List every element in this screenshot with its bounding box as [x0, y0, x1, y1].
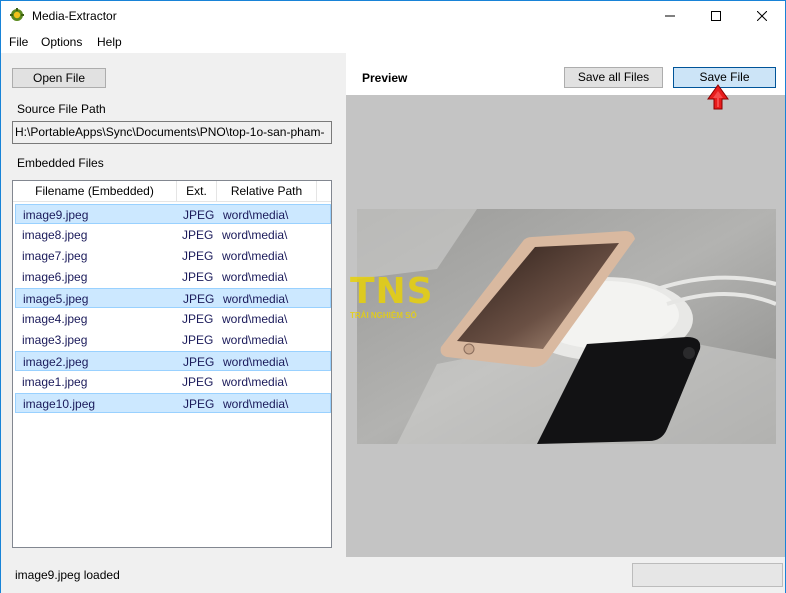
list-item-path: word\media\ — [222, 375, 288, 389]
list-item-filename: image10.jpeg — [23, 397, 96, 411]
menu-options[interactable]: Options — [41, 35, 82, 49]
preview-area: TNS TRẢI NGHIỆM SỐ — [346, 95, 785, 557]
source-path-label: Source File Path — [17, 102, 106, 116]
menu-help[interactable]: Help — [97, 35, 122, 49]
left-panel: Open File Source File Path H:\PortableAp… — [1, 53, 342, 557]
window-title: Media-Extractor — [32, 9, 117, 23]
list-item-ext: JPEG — [182, 312, 214, 326]
open-file-button[interactable]: Open File — [12, 68, 106, 88]
list-item-path: word\media\ — [222, 249, 288, 263]
embedded-files-label: Embedded Files — [17, 156, 104, 170]
preview-label: Preview — [362, 71, 408, 85]
column-header-path[interactable]: Relative Path — [217, 181, 317, 202]
list-item[interactable]: image1.jpeg JPEG word\media\ — [15, 372, 331, 392]
list-item-filename: image2.jpeg — [23, 355, 89, 369]
list-item-filename: image3.jpeg — [22, 333, 88, 347]
list-item[interactable]: image9.jpeg JPEG word\media\ — [15, 204, 331, 224]
list-item-filename: image6.jpeg — [22, 270, 88, 284]
list-item[interactable]: image5.jpeg JPEG word\media\ — [15, 288, 331, 308]
save-all-files-button[interactable]: Save all Files — [564, 67, 663, 88]
list-item-filename: image9.jpeg — [23, 208, 89, 222]
list-item-ext: JPEG — [182, 333, 214, 347]
list-item-path: word\media\ — [223, 397, 289, 411]
column-header-ext[interactable]: Ext. — [177, 181, 217, 202]
preview-image — [357, 209, 776, 444]
minimize-icon — [665, 15, 675, 17]
list-item-ext: JPEG — [182, 228, 214, 242]
list-item-ext: JPEG — [183, 355, 215, 369]
embedded-files-list[interactable]: Filename (Embedded) Ext. Relative Path i… — [12, 180, 332, 548]
watermark-sub-text: TRẢI NGHIỆM SỐ — [350, 311, 417, 320]
minimize-button[interactable] — [647, 1, 693, 31]
maximize-icon — [711, 11, 721, 21]
close-icon — [757, 11, 767, 21]
list-item-filename: image8.jpeg — [22, 228, 88, 242]
list-item-path: word\media\ — [222, 333, 288, 347]
list-item[interactable]: image3.jpeg JPEG word\media\ — [15, 330, 331, 350]
list-item-ext: JPEG — [182, 249, 214, 263]
maximize-button[interactable] — [693, 1, 739, 31]
app-icon — [10, 8, 24, 21]
menu-file[interactable]: File — [9, 35, 28, 49]
list-item[interactable]: image6.jpeg JPEG word\media\ — [15, 267, 331, 287]
close-button[interactable] — [739, 1, 785, 31]
list-item-filename: image5.jpeg — [23, 292, 89, 306]
list-item[interactable]: image8.jpeg JPEG word\media\ — [15, 225, 331, 245]
list-item-filename: image7.jpeg — [22, 249, 88, 263]
list-item[interactable]: image4.jpeg JPEG word\media\ — [15, 309, 331, 329]
list-item-path: word\media\ — [223, 292, 289, 306]
list-item-filename: image1.jpeg — [22, 375, 88, 389]
list-item-ext: JPEG — [182, 270, 214, 284]
status-text: image9.jpeg loaded — [15, 568, 120, 582]
list-item-path: word\media\ — [222, 228, 288, 242]
list-item-path: word\media\ — [223, 208, 289, 222]
watermark-main-text: TNS — [350, 271, 434, 312]
preview-panel: Preview Save all Files Save File TNS TRẢ… — [346, 53, 785, 557]
list-header: Filename (Embedded) Ext. Relative Path — [13, 181, 331, 202]
list-item-ext: JPEG — [183, 397, 215, 411]
list-item-ext: JPEG — [182, 375, 214, 389]
list-item-ext: JPEG — [183, 292, 215, 306]
progress-bar — [632, 563, 783, 587]
watermark-logo: TNS TRẢI NGHIỆM SỐ — [350, 271, 445, 323]
menu-bar: File Options Help — [1, 31, 785, 53]
column-header-filename[interactable]: Filename (Embedded) — [13, 181, 177, 202]
list-item-path: word\media\ — [223, 355, 289, 369]
list-item[interactable]: image2.jpeg JPEG word\media\ — [15, 351, 331, 371]
title-bar[interactable]: Media-Extractor — [1, 1, 785, 31]
list-item[interactable]: image7.jpeg JPEG word\media\ — [15, 246, 331, 266]
pointer-arrow-icon — [707, 84, 729, 110]
status-bar: image9.jpeg loaded — [1, 557, 785, 593]
list-item-filename: image4.jpeg — [22, 312, 88, 326]
list-item-ext: JPEG — [183, 208, 215, 222]
app-window: Media-Extractor File Options Help Open F… — [0, 0, 786, 593]
list-item-path: word\media\ — [222, 312, 288, 326]
list-item[interactable]: image10.jpeg JPEG word\media\ — [15, 393, 331, 413]
list-item-path: word\media\ — [222, 270, 288, 284]
source-path-field[interactable]: H:\PortableApps\Sync\Documents\PNO\top-1… — [12, 121, 332, 144]
